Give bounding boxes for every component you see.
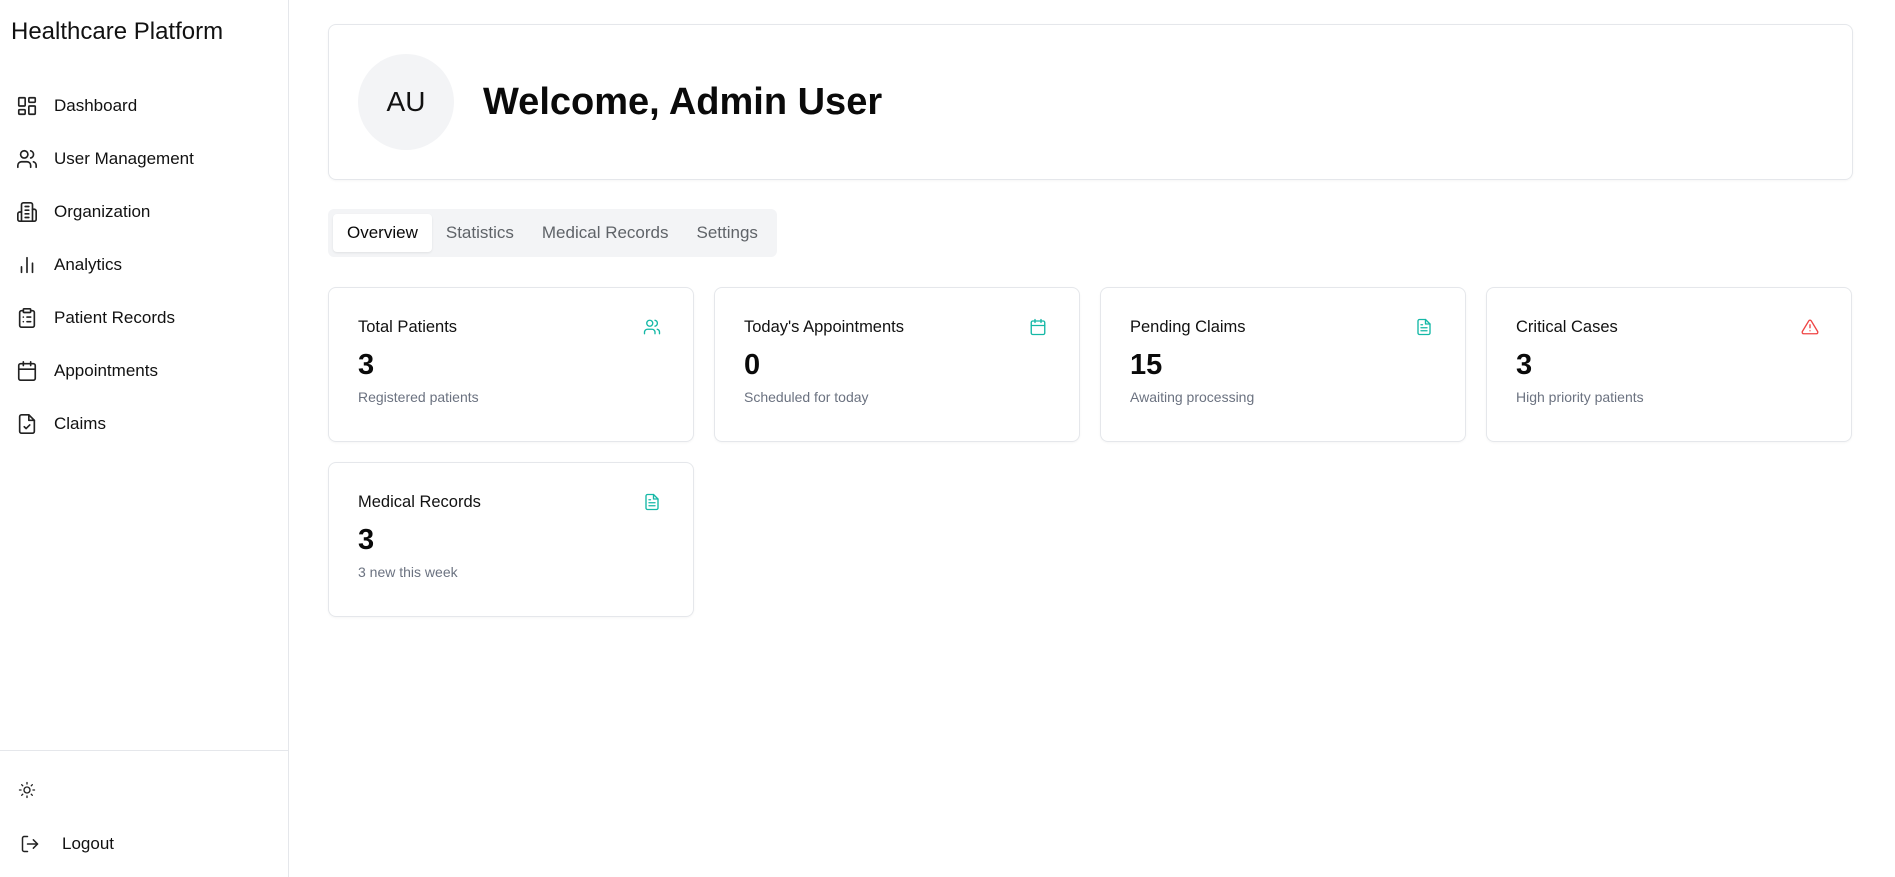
stat-subtitle: 3 new this week	[358, 564, 458, 580]
stat-title: Total Patients	[358, 318, 458, 336]
sidebar-item-label: User Management	[54, 148, 194, 168]
stat-value: 15	[1130, 349, 1163, 381]
stat-title: Medical Records	[358, 493, 481, 511]
stat-value: 3	[358, 349, 375, 381]
sidebar-item-label: Claims	[54, 413, 106, 433]
tab-medical-records[interactable]: Medical Records	[528, 214, 683, 252]
building-icon	[15, 200, 39, 224]
file-text-icon	[1415, 318, 1435, 338]
welcome-card: AU Welcome, Admin User	[328, 24, 1853, 180]
sidebar-item-organization[interactable]: Organization	[0, 185, 288, 238]
stat-card-medical-records: Medical Records 3 3 new this week	[328, 462, 694, 617]
file-check-icon	[15, 412, 39, 436]
stat-card-pending-claims: Pending Claims 15 Awaiting processing	[1100, 287, 1466, 442]
file-text-icon	[643, 493, 663, 513]
stat-value: 3	[1516, 349, 1533, 381]
logout-label: Logout	[62, 834, 114, 853]
sidebar: Healthcare Platform Dashboard User Manag…	[0, 0, 289, 877]
calendar-icon	[15, 359, 39, 383]
alert-triangle-icon	[1801, 318, 1821, 338]
sidebar-item-dashboard[interactable]: Dashboard	[0, 79, 288, 132]
stats-grid: Total Patients 3 Registered patients Tod…	[328, 287, 1855, 617]
sidebar-item-label: Appointments	[54, 360, 158, 380]
sidebar-item-label: Patient Records	[54, 307, 175, 327]
stat-value: 0	[744, 349, 761, 381]
stat-card-total-patients: Total Patients 3 Registered patients	[328, 287, 694, 442]
main-content: AU Welcome, Admin User Overview Statisti…	[289, 0, 1895, 877]
users-icon	[643, 318, 663, 338]
calendar-icon	[1029, 318, 1049, 338]
sidebar-item-analytics[interactable]: Analytics	[0, 238, 288, 291]
dashboard-tabs: Overview Statistics Medical Records Sett…	[328, 209, 777, 257]
page-title: Welcome, Admin User	[483, 80, 883, 123]
logout-icon	[20, 834, 62, 854]
tab-overview[interactable]: Overview	[333, 214, 432, 252]
dashboard-icon	[15, 94, 39, 118]
stat-value: 3	[358, 524, 375, 556]
sidebar-item-appointments[interactable]: Appointments	[0, 344, 288, 397]
sidebar-item-label: Analytics	[54, 254, 123, 274]
users-icon	[15, 147, 39, 171]
stat-subtitle: Registered patients	[358, 389, 479, 405]
logout-button[interactable]: Logout	[20, 829, 288, 859]
sidebar-footer: Logout	[0, 750, 288, 877]
theme-toggle-button[interactable]	[12, 775, 42, 805]
sidebar-item-label: Dashboard	[54, 95, 138, 115]
stat-title: Today's Appointments	[744, 318, 904, 336]
tab-statistics[interactable]: Statistics	[432, 214, 528, 252]
sidebar-item-user-management[interactable]: User Management	[0, 132, 288, 185]
stat-subtitle: Awaiting processing	[1130, 389, 1255, 405]
tab-settings[interactable]: Settings	[683, 214, 772, 252]
clipboard-list-icon	[15, 306, 39, 330]
app-title: Healthcare Platform	[11, 18, 224, 45]
sidebar-item-patient-records[interactable]: Patient Records	[0, 291, 288, 344]
avatar: AU	[358, 54, 454, 150]
sidebar-nav: Dashboard User Management Organization A…	[0, 79, 288, 450]
sidebar-item-label: Organization	[54, 201, 151, 221]
stat-subtitle: High priority patients	[1516, 389, 1644, 405]
sidebar-item-claims[interactable]: Claims	[0, 397, 288, 450]
bar-chart-icon	[15, 253, 39, 277]
sun-icon	[18, 781, 36, 799]
stat-title: Pending Claims	[1130, 318, 1246, 336]
stat-title: Critical Cases	[1516, 318, 1618, 336]
stat-subtitle: Scheduled for today	[744, 389, 869, 405]
stat-card-critical-cases: Critical Cases 3 High priority patients	[1486, 287, 1852, 442]
app-root: Healthcare Platform Dashboard User Manag…	[0, 0, 1895, 877]
stat-card-todays-appointments: Today's Appointments 0 Scheduled for tod…	[714, 287, 1080, 442]
